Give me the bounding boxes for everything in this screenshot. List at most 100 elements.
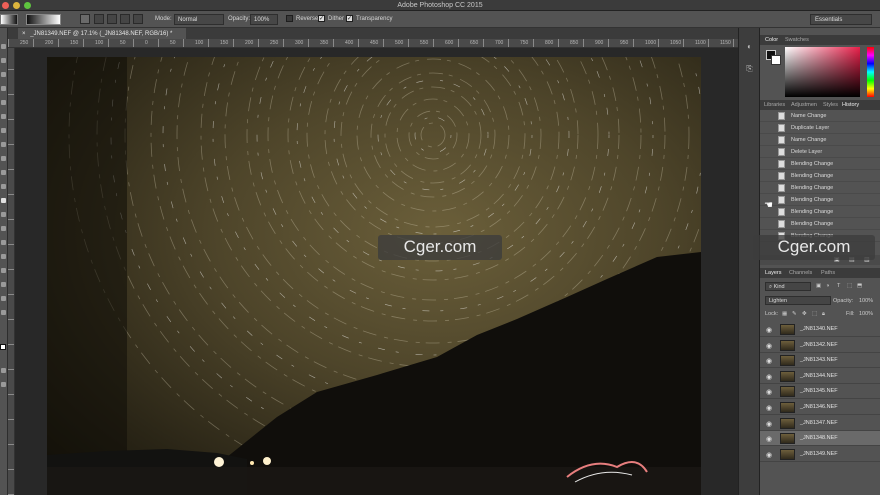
- visibility-eye-icon[interactable]: ◉: [766, 388, 772, 396]
- visibility-eye-icon[interactable]: ◉: [766, 373, 772, 381]
- history-item[interactable]: Blending Change: [760, 170, 880, 182]
- layer-row[interactable]: ◉ _JN81342.NEF: [760, 337, 880, 353]
- lock-transparent-icon[interactable]: ▦: [782, 311, 787, 317]
- type-tool-icon[interactable]: [1, 254, 6, 259]
- healing-tool-icon[interactable]: [1, 128, 6, 133]
- blur-tool-icon[interactable]: [1, 212, 6, 217]
- quick-mask-icon[interactable]: [1, 368, 6, 373]
- history-panel-icon[interactable]: ⎘: [744, 64, 755, 74]
- history-item[interactable]: Blending Change: [760, 194, 880, 206]
- visibility-eye-icon[interactable]: ◉: [766, 342, 772, 350]
- lock-artboard-icon[interactable]: ⬚: [812, 311, 817, 317]
- color-picker-field[interactable]: [785, 47, 860, 97]
- opacity-input[interactable]: 100%: [250, 14, 278, 25]
- history-item[interactable]: Name Change: [760, 134, 880, 146]
- layer-row[interactable]: ◉ _JN81344.NEF: [760, 368, 880, 384]
- reverse-checkbox[interactable]: [286, 15, 293, 22]
- ruler-tick-label: 50: [120, 40, 126, 46]
- layer-row[interactable]: ◉ _JN81343.NEF: [760, 353, 880, 369]
- history-item-label: Name Change: [791, 113, 827, 119]
- lock-all-icon[interactable]: 🔒︎: [822, 311, 825, 318]
- tab-swatches[interactable]: Swatches: [785, 37, 809, 43]
- brush-tool-icon[interactable]: [1, 142, 6, 147]
- history-item[interactable]: Duplicate Layer: [760, 122, 880, 134]
- move-tool-icon[interactable]: [1, 44, 6, 49]
- visibility-eye-icon[interactable]: ◉: [766, 326, 772, 334]
- radial-gradient-button[interactable]: [94, 14, 104, 24]
- visibility-eye-icon[interactable]: ◉: [766, 357, 772, 365]
- diamond-gradient-button[interactable]: [133, 14, 143, 24]
- history-item[interactable]: Blending Change: [760, 182, 880, 194]
- pen-tool-icon[interactable]: [1, 240, 6, 245]
- layer-row[interactable]: ◉ _JN81348.NEF: [760, 431, 880, 447]
- linear-gradient-button[interactable]: [80, 14, 90, 24]
- color-panel-icon[interactable]: ◐: [744, 42, 755, 52]
- history-item[interactable]: Blending Change: [760, 158, 880, 170]
- star-trails-photo[interactable]: [47, 57, 701, 495]
- tool-preset-picker[interactable]: [0, 14, 18, 25]
- tab-channels[interactable]: Channels: [789, 270, 812, 276]
- tab-color[interactable]: Color: [765, 37, 778, 43]
- history-item-label: Name Change: [791, 137, 827, 143]
- path-select-tool-icon[interactable]: [1, 268, 6, 273]
- tab-styles[interactable]: Styles: [823, 102, 838, 108]
- filter-adjustment-icon[interactable]: ◑: [826, 283, 829, 289]
- gradient-tool-icon[interactable]: [1, 198, 6, 203]
- shape-tool-icon[interactable]: [1, 282, 6, 287]
- background-swatch[interactable]: [771, 55, 781, 65]
- gradient-picker[interactable]: [26, 14, 61, 25]
- workspace-select[interactable]: Essentials: [810, 14, 872, 25]
- close-tab-icon[interactable]: ×: [22, 31, 26, 37]
- history-brush-tool-icon[interactable]: [1, 170, 6, 175]
- dither-checkbox[interactable]: ✓: [318, 15, 325, 22]
- foreground-color-swatch[interactable]: [0, 344, 6, 350]
- visibility-eye-icon[interactable]: ◉: [766, 404, 772, 412]
- eraser-tool-icon[interactable]: [1, 184, 6, 189]
- hue-slider[interactable]: [867, 47, 874, 97]
- layer-row[interactable]: ◉ _JN81346.NEF: [760, 400, 880, 415]
- history-item[interactable]: Delete Layer: [760, 146, 880, 158]
- document-tab[interactable]: × _JN81349.NEF @ 17.1% (_JN81348.NEF, RG…: [18, 28, 186, 39]
- reflected-gradient-button[interactable]: [120, 14, 130, 24]
- zoom-tool-icon[interactable]: [1, 310, 6, 315]
- hand-tool-icon[interactable]: [1, 296, 6, 301]
- angle-gradient-button[interactable]: [107, 14, 117, 24]
- mode-select[interactable]: Normal: [174, 14, 224, 25]
- layer-row[interactable]: ◉ _JN81340.NEF: [760, 322, 880, 337]
- stamp-tool-icon[interactable]: [1, 156, 6, 161]
- marquee-tool-icon[interactable]: [1, 58, 6, 63]
- blend-mode-select[interactable]: Lighten: [765, 296, 831, 305]
- history-item[interactable]: Blending Change: [760, 218, 880, 230]
- tab-libraries[interactable]: Libraries: [764, 102, 785, 108]
- layer-kind-filter[interactable]: ⌕ Kind: [765, 282, 811, 291]
- lock-pixels-icon[interactable]: ✎: [792, 311, 797, 317]
- layer-row[interactable]: ◉ _JN81349.NEF: [760, 446, 880, 462]
- transparency-checkbox[interactable]: ✓: [346, 15, 353, 22]
- visibility-eye-icon[interactable]: ◉: [766, 420, 772, 428]
- history-item[interactable]: Blending Change: [760, 206, 880, 218]
- lasso-tool-icon[interactable]: [1, 72, 6, 77]
- layers-panel-tabs: Layers Channels Paths: [760, 268, 880, 278]
- filter-type-icon[interactable]: T: [837, 283, 840, 289]
- fill-value[interactable]: 100%: [859, 311, 873, 317]
- filter-pixel-icon[interactable]: ▣: [816, 283, 821, 289]
- history-state-icon: [778, 124, 785, 132]
- tab-layers[interactable]: Layers: [765, 270, 782, 276]
- eyedropper-tool-icon[interactable]: [1, 114, 6, 119]
- tab-paths[interactable]: Paths: [821, 270, 835, 276]
- crop-tool-icon[interactable]: [1, 100, 6, 105]
- tab-adjustments[interactable]: Adjustmen: [791, 102, 817, 108]
- layer-row[interactable]: ◉ _JN81347.NEF: [760, 415, 880, 431]
- visibility-eye-icon[interactable]: ◉: [766, 435, 772, 443]
- screen-mode-icon[interactable]: [1, 382, 6, 387]
- tab-history[interactable]: History: [842, 102, 859, 108]
- dodge-tool-icon[interactable]: [1, 226, 6, 231]
- filter-smart-object-icon[interactable]: ⬒: [857, 283, 862, 289]
- visibility-eye-icon[interactable]: ◉: [766, 451, 772, 459]
- quick-select-tool-icon[interactable]: [1, 86, 6, 91]
- history-item[interactable]: Name Change: [760, 110, 880, 122]
- layer-row[interactable]: ◉ _JN81345.NEF: [760, 384, 880, 400]
- lock-position-icon[interactable]: ✥: [802, 311, 807, 317]
- layer-opacity-value[interactable]: 100%: [859, 298, 873, 304]
- filter-shape-icon[interactable]: ⬚: [847, 283, 852, 289]
